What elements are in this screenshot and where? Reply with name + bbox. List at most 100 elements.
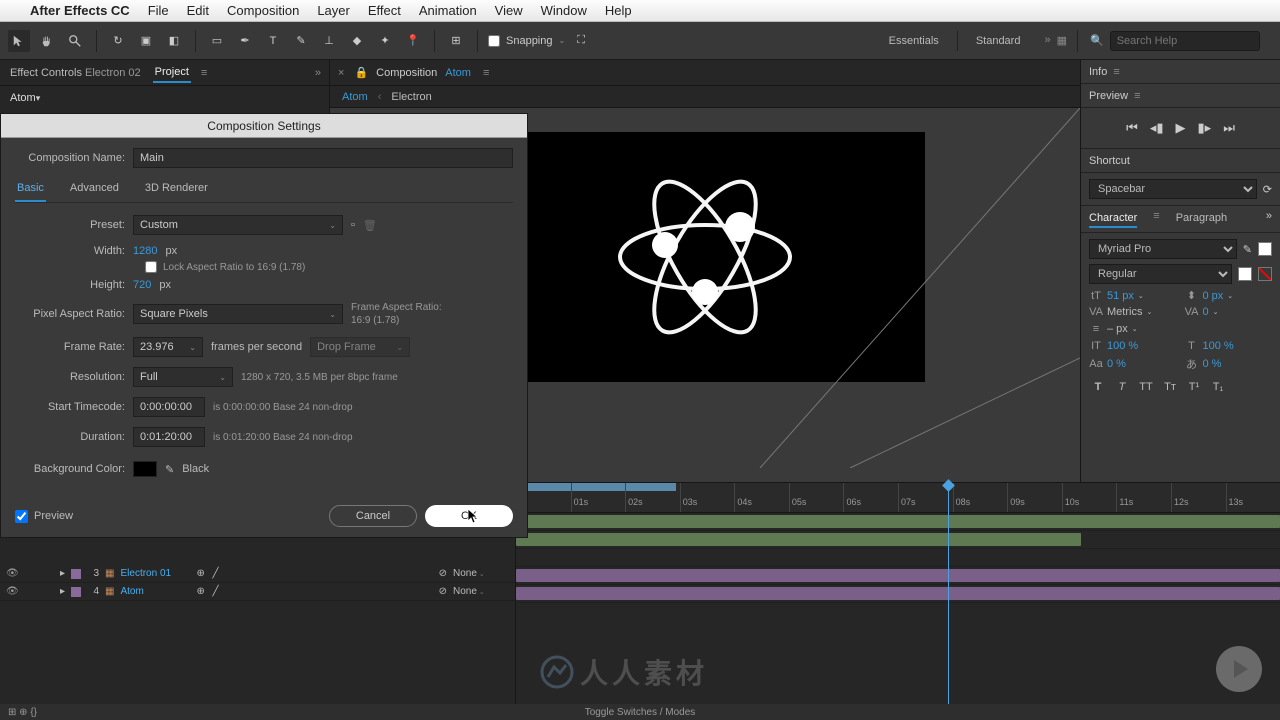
crumb-electron[interactable]: Electron — [391, 91, 431, 103]
info-panel-title[interactable]: Info — [1089, 66, 1107, 78]
weight-select[interactable]: Regular — [1089, 264, 1232, 284]
duration-input[interactable] — [133, 427, 205, 447]
workspace-standard[interactable]: Standard — [958, 31, 1039, 51]
label-color[interactable] — [71, 569, 81, 579]
subscript-icon[interactable]: T₁ — [1209, 381, 1227, 393]
leading-value[interactable]: 0 px — [1203, 290, 1224, 302]
menu-animation[interactable]: Animation — [419, 3, 477, 18]
workspace-essentials[interactable]: Essentials — [871, 31, 958, 51]
tab-3d-renderer[interactable]: 3D Renderer — [143, 178, 210, 202]
menu-window[interactable]: Window — [541, 3, 587, 18]
project-item[interactable]: Atom▾ — [0, 86, 329, 110]
menu-help[interactable]: Help — [605, 3, 632, 18]
char-more-icon[interactable]: » — [1266, 210, 1272, 228]
menu-view[interactable]: View — [495, 3, 523, 18]
menu-effect[interactable]: Effect — [368, 3, 401, 18]
toggle-switches[interactable]: Toggle Switches / Modes — [585, 707, 696, 718]
visibility-icon[interactable]: 👁 — [6, 568, 18, 579]
crumb-atom[interactable]: Atom — [342, 91, 368, 103]
panel-more-icon[interactable]: » — [315, 67, 321, 79]
last-frame-button[interactable]: ⏭ — [1223, 120, 1235, 136]
parent-select[interactable]: None⌄ — [453, 586, 509, 597]
clone-tool[interactable]: ⊥ — [318, 30, 340, 52]
par-select[interactable]: Square Pixels⌄ — [133, 304, 343, 324]
allcaps-icon[interactable]: TT — [1137, 381, 1155, 393]
font-select[interactable]: Myriad Pro — [1089, 239, 1237, 259]
play-overlay-icon[interactable] — [1216, 646, 1262, 692]
fill-swatch[interactable] — [1258, 242, 1272, 256]
hand-tool[interactable] — [36, 30, 58, 52]
bold-icon[interactable]: T — [1089, 381, 1107, 393]
rectangle-tool[interactable]: ▭ — [206, 30, 228, 52]
shortcut-select[interactable]: Spacebar — [1089, 179, 1257, 199]
layer-row-4[interactable]: 👁 ▸ 4 ▦ Atom ⊕ ╱ ⊘ None⌄ — [0, 583, 515, 601]
menu-composition[interactable]: Composition — [227, 3, 299, 18]
superscript-icon[interactable]: T¹ — [1185, 381, 1203, 393]
close-comp-icon[interactable]: × — [338, 67, 344, 79]
vscale-value[interactable]: 100 % — [1107, 340, 1138, 352]
lock-aspect-checkbox[interactable] — [145, 261, 157, 273]
smallcaps-icon[interactable]: Tᴛ — [1161, 381, 1179, 393]
preset-select[interactable]: Custom⌄ — [133, 215, 343, 235]
eyedropper-icon[interactable]: ✎ — [1243, 243, 1252, 256]
tab-advanced[interactable]: Advanced — [68, 178, 121, 202]
play-button[interactable]: ▶ — [1176, 120, 1186, 136]
nofill-icon[interactable] — [1258, 267, 1272, 281]
stroke-width[interactable]: – px — [1107, 323, 1128, 335]
camera-tool[interactable]: ▣ — [135, 30, 157, 52]
start-timecode-input[interactable] — [133, 397, 205, 417]
app-name[interactable]: After Effects CC — [30, 3, 130, 18]
preview-checkbox[interactable]: Preview — [15, 510, 73, 523]
menu-layer[interactable]: Layer — [317, 3, 350, 18]
resolution-select[interactable]: Full⌄ — [133, 367, 233, 387]
effect-controls-tab[interactable]: Effect Controls Electron 02 — [8, 64, 143, 82]
width-value[interactable]: 1280 — [133, 245, 157, 257]
playhead[interactable] — [948, 483, 949, 704]
layer-row-3[interactable]: 👁 ▸ 3 ▦ Electron 01 ⊕ ╱ ⊘ None⌄ — [0, 565, 515, 583]
refresh-icon[interactable]: ⟳ — [1263, 183, 1272, 196]
prev-frame-button[interactable]: ◂▮ — [1150, 120, 1164, 136]
puppet-tool[interactable]: 📍 — [402, 30, 424, 52]
stroke-swatch[interactable] — [1238, 267, 1252, 281]
comp-lock-icon[interactable]: 🔒 — [354, 66, 368, 79]
tsume-value[interactable]: 0 % — [1203, 358, 1222, 370]
tracking-value[interactable]: 0 — [1203, 306, 1209, 318]
workspace-more-icon[interactable]: » — [1044, 34, 1050, 47]
delete-preset-icon[interactable]: 🗑 — [363, 219, 377, 232]
italic-icon[interactable]: T — [1113, 381, 1131, 393]
time-ruler[interactable]: s 01s 02s 03s 04s 05s 06s 07s 08s 09s 10… — [516, 483, 1280, 513]
search-input[interactable] — [1110, 31, 1260, 51]
eyedropper-icon[interactable]: ✎ — [165, 463, 174, 476]
tab-basic[interactable]: Basic — [15, 178, 46, 202]
kerning-value[interactable]: Metrics — [1107, 306, 1142, 318]
preview-panel-title[interactable]: Preview — [1089, 90, 1128, 102]
framerate-select[interactable]: 23.976⌄ — [133, 337, 203, 357]
pen-tool[interactable]: ✒ — [234, 30, 256, 52]
ok-button[interactable]: OK — [425, 505, 513, 527]
project-tab[interactable]: Project — [153, 63, 191, 83]
zoom-tool[interactable] — [64, 30, 86, 52]
label-color[interactable] — [71, 587, 81, 597]
paragraph-tab[interactable]: Paragraph — [1176, 210, 1227, 228]
parent-select[interactable]: None⌄ — [453, 568, 509, 579]
selection-tool[interactable] — [8, 30, 30, 52]
height-value[interactable]: 720 — [133, 279, 151, 291]
workspace-settings-icon[interactable]: ▦ — [1057, 34, 1067, 47]
first-frame-button[interactable]: ⏮ — [1126, 120, 1138, 136]
hscale-value[interactable]: 100 % — [1203, 340, 1234, 352]
menu-edit[interactable]: Edit — [187, 3, 209, 18]
cancel-button[interactable]: Cancel — [329, 505, 417, 527]
visibility-icon[interactable]: 👁 — [6, 586, 18, 597]
font-size-value[interactable]: 51 px — [1107, 290, 1134, 302]
menu-file[interactable]: File — [148, 3, 169, 18]
snapping-toggle[interactable]: Snapping ⌄ ⛶ — [488, 34, 585, 47]
status-icons[interactable]: ⊞ ⊕ {} — [8, 707, 37, 718]
type-tool[interactable]: T — [262, 30, 284, 52]
eraser-tool[interactable]: ◆ — [346, 30, 368, 52]
comp-tab-link[interactable]: Atom — [445, 67, 471, 79]
character-tab[interactable]: Character — [1089, 210, 1137, 228]
pan-behind-tool[interactable]: ◧ — [163, 30, 185, 52]
baseline-value[interactable]: 0 % — [1107, 358, 1126, 370]
bg-color-swatch[interactable] — [133, 461, 157, 477]
save-preset-icon[interactable]: ▫ — [351, 219, 355, 231]
